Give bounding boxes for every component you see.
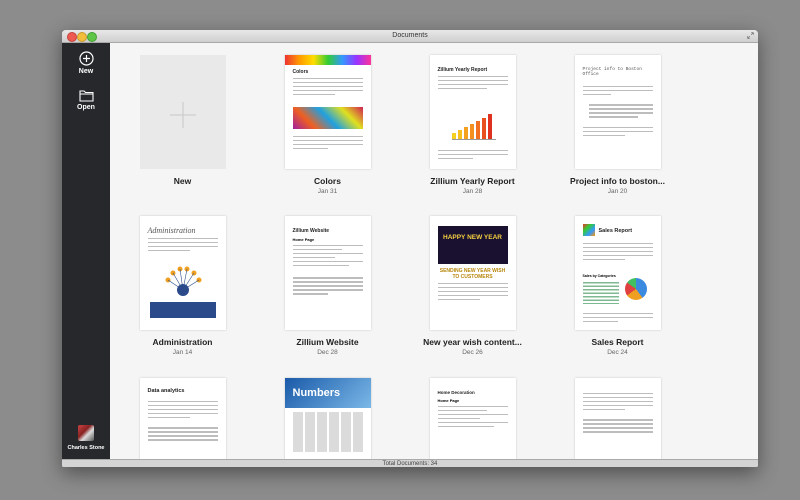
document-grid: New Colors Colors Jan 31 Zillium Yearly … <box>110 43 758 459</box>
new-label: New <box>78 68 94 75</box>
thumbnail-heading: Zillium Yearly Report <box>437 67 488 73</box>
open-button[interactable]: Open <box>62 89 110 111</box>
document-name: Zillium Website <box>296 337 359 347</box>
thumbnail-heading: SENDING NEW YEAR WISH TO CUSTOMERS <box>439 268 506 280</box>
fullscreen-icon[interactable] <box>747 32 754 39</box>
status-bar: Total Documents: 34 <box>62 459 758 467</box>
document-card[interactable]: Zillium Website Home Page Zillium Websit… <box>255 216 400 356</box>
document-thumbnail[interactable]: Numbers <box>284 378 371 459</box>
document-card[interactable]: Home Decoration Home Page <box>400 378 545 459</box>
documents-window: Documents New Open Charles Stone New Col <box>62 30 758 467</box>
document-card[interactable]: Administration Administration Jan 14 <box>110 216 255 356</box>
document-name: Colors <box>314 176 341 186</box>
document-name: Zillium Yearly Report <box>430 176 515 186</box>
user-name: Charles Stone <box>67 445 105 451</box>
open-label: Open <box>77 104 95 111</box>
document-date: Jan 20 <box>607 188 628 195</box>
avatar[interactable] <box>78 425 94 441</box>
document-name: Administration <box>152 337 213 347</box>
document-name: Sales Report <box>591 337 644 347</box>
window-title: Documents <box>392 32 428 39</box>
document-thumbnail[interactable]: Administration <box>139 216 226 330</box>
thumbnail-heading: Sales Report <box>598 228 633 234</box>
document-date: Dec 28 <box>317 349 338 356</box>
document-date: Jan 28 <box>462 188 483 195</box>
document-date: Dec 24 <box>607 349 628 356</box>
bar-chart-thumbnail <box>451 113 496 140</box>
thumbnail-heading: Numbers <box>292 387 341 399</box>
document-thumbnail[interactable]: Home Decoration Home Page <box>429 378 516 459</box>
thumbnail-banner: HAPPY NEW YEAR <box>437 226 508 264</box>
document-card[interactable]: Numbers <box>255 378 400 459</box>
document-date: Dec 26 <box>462 349 483 356</box>
document-thumbnail[interactable]: Zillium Website Home Page <box>284 216 371 330</box>
thumbnail-heading: Home Decoration <box>437 390 475 395</box>
thumbnail-heading: Project info to Boston Office <box>582 67 642 77</box>
document-name: New year wish content... <box>423 337 522 347</box>
new-document-card[interactable]: New <box>110 55 255 186</box>
document-name: New <box>173 176 192 186</box>
table-thumbnail <box>292 412 363 452</box>
document-card[interactable]: HAPPY NEW YEAR SENDING NEW YEAR WISH TO … <box>400 216 545 356</box>
document-card[interactable]: Colors Colors Jan 31 <box>255 55 400 195</box>
pie-chart-thumbnail <box>624 278 647 300</box>
document-thumbnail[interactable]: Colors <box>284 55 371 169</box>
thumbnail-subheading: Home Page <box>292 237 315 242</box>
document-card[interactable]: Sales Report Sales by Categories Sales R… <box>545 216 690 356</box>
colorful-logo-icon <box>582 224 595 236</box>
document-card[interactable]: Zillium Yearly Report Zillium Yearly Rep… <box>400 55 545 195</box>
thumbnail-heading: Zillium Website <box>292 228 330 234</box>
document-thumbnail[interactable] <box>574 378 661 459</box>
document-thumbnail[interactable]: HAPPY NEW YEAR SENDING NEW YEAR WISH TO … <box>429 216 516 330</box>
document-card[interactable]: Project info to Boston Office Project in… <box>545 55 690 195</box>
table-thumbnail <box>582 282 619 304</box>
document-thumbnail[interactable]: Zillium Yearly Report <box>429 55 516 169</box>
new-document-thumbnail[interactable] <box>139 55 226 169</box>
sidebar: New Open Charles Stone <box>62 43 110 459</box>
folder-icon <box>78 90 94 102</box>
plus-circle-icon <box>78 51 94 66</box>
thumbnail-heading: Colors <box>292 69 309 75</box>
document-card[interactable] <box>545 378 690 459</box>
new-button[interactable]: New <box>62 51 110 75</box>
document-date: Jan 14 <box>172 349 193 356</box>
document-thumbnail[interactable]: Sales Report Sales by Categories <box>574 216 661 330</box>
document-thumbnail[interactable]: Project info to Boston Office <box>574 55 661 169</box>
thumbnail-heading: Administration <box>147 226 196 235</box>
org-diagram-thumbnail <box>165 266 201 296</box>
document-name: Project info to boston... <box>570 176 665 186</box>
document-date: Jan 31 <box>317 188 338 195</box>
thumbnail-subheading: Sales by Categories <box>582 274 616 278</box>
document-card[interactable]: Data analytics <box>110 378 255 459</box>
plus-icon <box>169 102 196 128</box>
document-thumbnail[interactable]: Data analytics <box>139 378 226 459</box>
thumbnail-subheading: Home Page <box>437 398 460 403</box>
title-bar: Documents <box>62 30 758 43</box>
